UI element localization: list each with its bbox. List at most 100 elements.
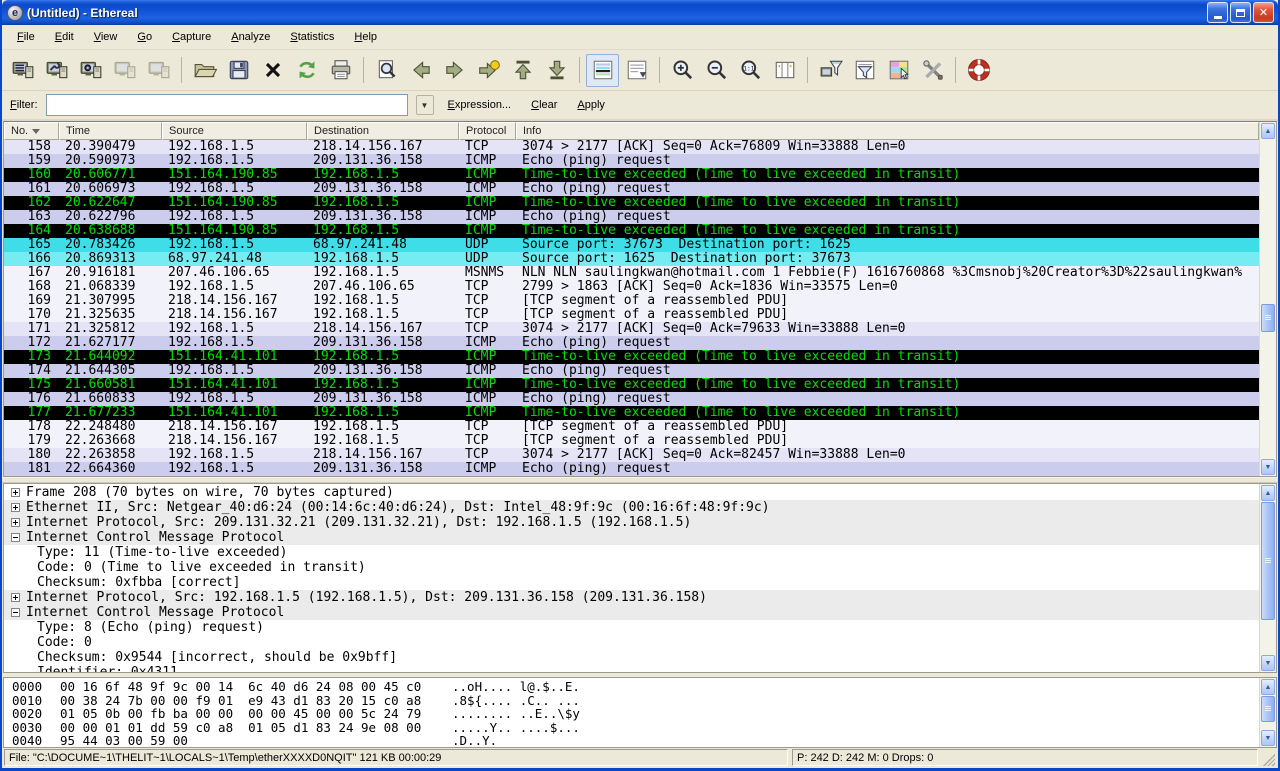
help-contents-icon[interactable] [962,54,995,87]
scroll-down-arrow[interactable]: ▼ [1261,655,1275,671]
hex-row[interactable]: 001000 38 24 7b 00 00 f9 01 e9 43 d1 83 … [4,694,1259,708]
collapse-icon[interactable] [11,608,20,617]
expression-button[interactable]: Expression... [442,96,518,114]
menu-go[interactable]: Go [128,28,161,46]
display-filter-icon[interactable] [848,54,881,87]
clear-button[interactable]: Clear [525,96,563,114]
detail-line[interactable]: Internet Protocol, Src: 192.168.1.5 (192… [4,590,1259,605]
packet-row[interactable]: 17621.660833192.168.1.5209.131.36.158ICM… [4,392,1259,406]
close-button[interactable]: ✕ [1253,2,1274,23]
packet-row[interactable]: 18022.263858192.168.1.5218.14.156.167TCP… [4,448,1259,462]
packet-row[interactable]: 17922.263668218.14.156.167192.168.1.5TCP… [4,434,1259,448]
print-icon[interactable] [324,54,357,87]
title-bar[interactable]: e (Untitled) - Ethereal ✕ [2,0,1278,25]
packet-row[interactable]: 17421.644305192.168.1.5209.131.36.158ICM… [4,364,1259,378]
coloring-rules-icon[interactable] [882,54,915,87]
open-file-icon[interactable] [188,54,221,87]
go-to-top-icon[interactable] [506,54,539,87]
zoom-out-icon[interactable] [700,54,733,87]
restore-button[interactable] [1230,2,1251,23]
packet-row[interactable]: 16921.307995218.14.156.167192.168.1.5TCP… [4,294,1259,308]
packet-row[interactable]: 16120.606973192.168.1.5209.131.36.158ICM… [4,182,1259,196]
go-back-icon[interactable] [404,54,437,87]
minimize-button[interactable] [1207,2,1228,23]
column-header-time[interactable]: Time [59,122,162,140]
packet-row[interactable]: 17822.248480218.14.156.167192.168.1.5TCP… [4,420,1259,434]
packet-row[interactable]: 16520.783426192.168.1.568.97.241.48UDPSo… [4,238,1259,252]
menu-view[interactable]: View [85,28,127,46]
menu-capture[interactable]: Capture [163,28,220,46]
resize-grip[interactable] [1262,749,1275,766]
menu-file[interactable]: File [8,28,44,46]
expand-icon[interactable] [11,488,20,497]
go-to-bottom-icon[interactable] [540,54,573,87]
collapse-icon[interactable] [11,533,20,542]
menu-edit[interactable]: Edit [46,28,83,46]
packet-row[interactable]: 16720.916181207.46.106.65192.168.1.5MSNM… [4,266,1259,280]
column-header-no[interactable]: No. [4,122,59,140]
hex-row[interactable]: 002001 05 0b 00 fb ba 00 00 00 00 45 00 … [4,707,1259,721]
packet-list-scrollbar[interactable]: ▲ ▼ [1259,122,1276,476]
packet-row[interactable]: 15920.590973192.168.1.5209.131.36.158ICM… [4,154,1259,168]
details-scrollbar[interactable]: ▲ ▼ [1259,484,1276,672]
preferences-icon[interactable] [916,54,949,87]
column-header-protocol[interactable]: Protocol [459,122,516,140]
detail-line[interactable]: Type: 8 (Echo (ping) request) [4,620,1259,635]
save-file-icon[interactable] [222,54,255,87]
interface-list-icon[interactable] [6,54,39,87]
packet-row[interactable]: 16020.606771151.164.190.85192.168.1.5ICM… [4,168,1259,182]
scroll-down-arrow[interactable]: ▼ [1261,459,1275,475]
apply-button[interactable]: Apply [571,96,611,114]
detail-line[interactable]: Internet Control Message Protocol [4,605,1259,620]
packet-row[interactable]: 18122.664360192.168.1.5209.131.36.158ICM… [4,462,1259,476]
packet-row[interactable]: 17521.660581151.164.41.101192.168.1.5ICM… [4,378,1259,392]
hex-row[interactable]: 000000 16 6f 48 9f 9c 00 14 6c 40 d6 24 … [4,680,1259,694]
scroll-up-arrow[interactable]: ▲ [1261,123,1275,139]
colorize-icon[interactable] [586,54,619,87]
packet-row[interactable]: 17121.325812192.168.1.5218.14.156.167TCP… [4,322,1259,336]
column-header-info[interactable]: Info [516,122,1259,140]
packet-row[interactable]: 16420.638688151.164.190.85192.168.1.5ICM… [4,224,1259,238]
column-header-source[interactable]: Source [162,122,307,140]
resize-columns-icon[interactable] [768,54,801,87]
hex-scrollbar[interactable]: ▲ ▼ [1259,678,1276,747]
zoom-in-icon[interactable] [666,54,699,87]
capture-start-icon[interactable] [74,54,107,87]
detail-line[interactable]: Checksum: 0x9544 [incorrect, should be 0… [4,650,1259,665]
zoom-actual-icon[interactable]: 1:1 [734,54,767,87]
detail-line[interactable]: Ethernet II, Src: Netgear_40:d6:24 (00:1… [4,500,1259,515]
scroll-thumb[interactable] [1261,696,1275,722]
scroll-up-arrow[interactable]: ▲ [1261,485,1275,501]
menu-statistics[interactable]: Statistics [281,28,343,46]
hex-row[interactable]: 003000 00 01 01 dd 59 c0 a8 01 05 d1 83 … [4,721,1259,735]
packet-row[interactable]: 17321.644092151.164.41.101192.168.1.5ICM… [4,350,1259,364]
packet-row[interactable]: 17721.677233151.164.41.101192.168.1.5ICM… [4,406,1259,420]
filter-input[interactable] [46,94,408,116]
expand-icon[interactable] [11,593,20,602]
capture-filter-icon[interactable] [814,54,847,87]
detail-line[interactable]: Type: 11 (Time-to-live exceeded) [4,545,1259,560]
find-packet-icon[interactable] [370,54,403,87]
go-forward-icon[interactable] [438,54,471,87]
packet-row[interactable]: 17021.325635218.14.156.167192.168.1.5TCP… [4,308,1259,322]
auto-scroll-icon[interactable] [620,54,653,87]
scroll-up-arrow[interactable]: ▲ [1261,679,1275,695]
capture-options-icon[interactable] [40,54,73,87]
reload-icon[interactable] [290,54,323,87]
scroll-down-arrow[interactable]: ▼ [1261,730,1275,746]
detail-line[interactable]: Internet Control Message Protocol [4,530,1259,545]
menu-help[interactable]: Help [345,28,386,46]
detail-line[interactable]: Code: 0 [4,635,1259,650]
packet-row[interactable]: 15820.390479192.168.1.5218.14.156.167TCP… [4,140,1259,154]
scroll-thumb[interactable] [1261,502,1275,620]
scroll-thumb[interactable] [1261,304,1275,332]
detail-line[interactable]: Code: 0 (Time to live exceeded in transi… [4,560,1259,575]
expand-icon[interactable] [11,503,20,512]
menu-analyze[interactable]: Analyze [222,28,279,46]
packet-row[interactable]: 17221.627177192.168.1.5209.131.36.158ICM… [4,336,1259,350]
go-to-packet-icon[interactable] [472,54,505,87]
filter-history-dropdown[interactable]: ▼ [416,95,434,115]
detail-line[interactable]: Identifier: 0x4311 [4,665,1259,672]
packet-row[interactable]: 16821.068339192.168.1.5207.46.106.65TCP2… [4,280,1259,294]
packet-row[interactable]: 16320.622796192.168.1.5209.131.36.158ICM… [4,210,1259,224]
